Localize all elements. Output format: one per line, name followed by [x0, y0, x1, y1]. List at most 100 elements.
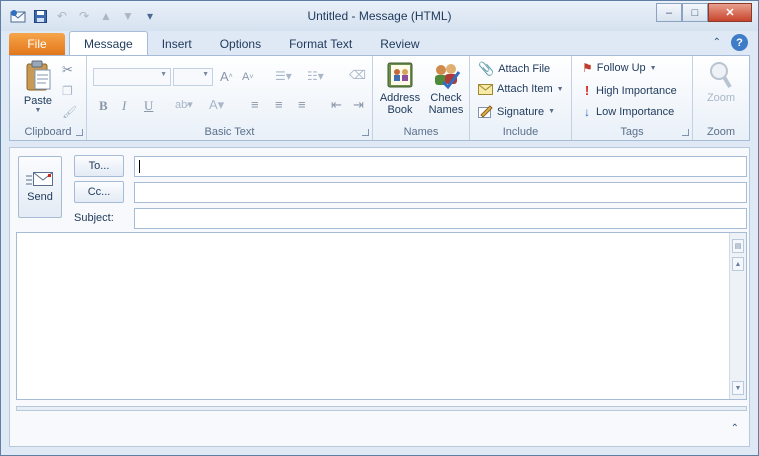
ruler-toggle-icon[interactable]: ▤	[732, 239, 744, 253]
follow-up-label: Follow Up	[596, 62, 646, 74]
group-label-names: Names	[403, 126, 439, 138]
check-names-icon	[435, 64, 461, 90]
group-label-tags: Tags	[620, 126, 644, 138]
ribbon-controls: ⌃ ?	[713, 34, 748, 51]
align-center-icon[interactable]: ≡	[275, 97, 283, 112]
tags-launcher-icon[interactable]	[682, 129, 689, 136]
close-icon[interactable]: ✕	[708, 3, 752, 22]
attach-file-label: Attach File	[498, 63, 551, 75]
chevron-down-icon: ▼	[649, 64, 657, 72]
send-button[interactable]: Send	[18, 156, 62, 218]
paste-button[interactable]: Paste ▼	[18, 60, 58, 118]
tab-message[interactable]: Message	[69, 31, 148, 55]
subject-field[interactable]	[134, 208, 747, 229]
signature-label: Signature	[497, 105, 545, 118]
shrink-font-icon[interactable]: A ˅	[242, 71, 253, 83]
tab-insert[interactable]: Insert	[148, 33, 206, 55]
check-names-label-line1: Check	[430, 92, 462, 104]
people-pane-divider[interactable]	[16, 406, 747, 411]
bullets-icon[interactable]: ☰▾	[275, 69, 292, 83]
tab-options[interactable]: Options	[206, 33, 275, 55]
tab-file[interactable]: File	[9, 33, 65, 55]
group-label-clipboard: Clipboard	[24, 126, 72, 138]
zoom-button-label: Zoom	[706, 92, 736, 104]
paste-label: Paste	[23, 95, 53, 107]
increase-indent-icon[interactable]: ⇥	[353, 97, 364, 113]
align-left-icon[interactable]: ≡	[251, 97, 259, 112]
high-importance-button[interactable]: ! High Importance	[582, 83, 677, 98]
font-name-select[interactable]: ▼	[93, 68, 171, 86]
chevron-down-icon: ▼	[548, 108, 556, 115]
help-icon[interactable]: ?	[731, 34, 748, 51]
high-importance-icon: !	[584, 83, 590, 98]
tab-review[interactable]: Review	[366, 33, 433, 55]
bold-icon[interactable]: B	[99, 98, 108, 114]
decrease-indent-icon[interactable]: ⇤	[331, 97, 342, 113]
zoom-button[interactable]: Zoom	[699, 60, 743, 114]
attach-file-button[interactable]: 📎 Attach File	[478, 61, 550, 77]
group-clipboard: Paste ▼ ✂ ❐ 🖌 Clipboard	[10, 56, 87, 140]
paperclip-icon: 📎	[478, 61, 495, 76]
format-painter-icon[interactable]: 🖌	[62, 105, 77, 119]
outlook-message-window: ↶ ↷ ▲ ▼ ▾ Untitled - Message (HTML) ‒ □ …	[0, 0, 759, 456]
chevron-down-icon: ▼	[556, 85, 564, 93]
chevron-down-icon: ▼	[160, 71, 167, 78]
chevron-down-icon: ▼	[202, 71, 209, 78]
group-tags: ⚑ Follow Up ▼ ! High Importance ↓ Low Im…	[572, 56, 693, 140]
highlight-icon[interactable]: ab̷▾	[175, 98, 193, 111]
clipboard-launcher-icon[interactable]	[76, 129, 83, 136]
signature-button[interactable]: Signature ▼	[478, 105, 555, 118]
scroll-down-icon[interactable]: ▼	[732, 381, 744, 395]
clear-formatting-icon[interactable]: ⌫	[349, 68, 366, 82]
group-label-include: Include	[502, 126, 539, 138]
to-button[interactable]: To...	[74, 155, 124, 177]
group-label-zoom: Zoom	[706, 126, 736, 138]
to-field[interactable]	[134, 156, 747, 177]
maximize-icon[interactable]: □	[682, 3, 708, 22]
align-right-icon[interactable]: ≡	[298, 97, 306, 112]
send-label: Send	[27, 191, 53, 203]
subject-label: Subject:	[74, 212, 114, 224]
high-importance-label: High Importance	[596, 84, 677, 97]
tab-format-text[interactable]: Format Text	[275, 33, 366, 55]
paste-icon	[26, 60, 51, 91]
signature-icon	[478, 105, 493, 118]
cc-field[interactable]	[134, 182, 747, 203]
low-importance-label: Low Importance	[596, 106, 675, 118]
minimize-icon[interactable]: ‒	[656, 3, 682, 22]
attach-item-button[interactable]: Attach Item ▼	[478, 83, 564, 95]
font-color-icon[interactable]: A▾	[209, 97, 224, 113]
cut-icon[interactable]: ✂	[62, 62, 73, 78]
cc-button[interactable]: Cc...	[74, 181, 124, 203]
follow-up-button[interactable]: ⚑ Follow Up ▼	[582, 61, 657, 75]
group-names: Address Book Check Names Names	[373, 56, 470, 140]
scroll-up-icon[interactable]: ▲	[732, 257, 744, 271]
people-pane-expand-icon[interactable]: ⌃	[731, 423, 739, 434]
basic-text-launcher-icon[interactable]	[362, 129, 369, 136]
group-label-basic-text: Basic Text	[204, 126, 255, 138]
address-book-label-line1: Address	[379, 92, 421, 104]
check-names-button[interactable]: Check Names	[423, 60, 469, 124]
compose-area: Send To... Cc... Subject: ▤ ▲ ▼ ⌃	[9, 147, 750, 447]
group-include: 📎 Attach File Attach Item ▼ Signature ▼ …	[470, 56, 572, 140]
text-cursor	[139, 160, 140, 173]
underline-icon[interactable]: U	[144, 98, 153, 114]
flag-icon: ⚑	[582, 61, 593, 75]
grow-font-icon[interactable]: A ˄	[220, 69, 233, 84]
copy-icon[interactable]: ❐	[62, 84, 73, 98]
italic-icon[interactable]: I	[122, 98, 126, 114]
magnifier-icon	[710, 62, 732, 89]
numbering-icon[interactable]: ☷▾	[307, 69, 324, 83]
window-controls: ‒ □ ✕	[656, 3, 752, 22]
title-bar: ↶ ↷ ▲ ▼ ▾ Untitled - Message (HTML) ‒ □ …	[1, 1, 758, 31]
vertical-scrollbar[interactable]: ▤ ▲ ▼	[729, 233, 746, 399]
ribbon: Paste ▼ ✂ ❐ 🖌 Clipboard ▼ ▼ A ˄ A ˅ ☰▾ ☷▾ …	[9, 55, 750, 141]
address-book-button[interactable]: Address Book	[377, 60, 423, 124]
low-importance-button[interactable]: ↓ Low Importance	[582, 105, 674, 119]
paste-dropdown-icon[interactable]: ▼	[35, 107, 42, 114]
window-title: Untitled - Message (HTML)	[307, 9, 452, 23]
font-size-select[interactable]: ▼	[173, 68, 213, 86]
envelope-attach-icon	[478, 84, 493, 95]
minimize-ribbon-icon[interactable]: ⌃	[713, 37, 721, 48]
message-body[interactable]: ▤ ▲ ▼	[16, 232, 747, 400]
